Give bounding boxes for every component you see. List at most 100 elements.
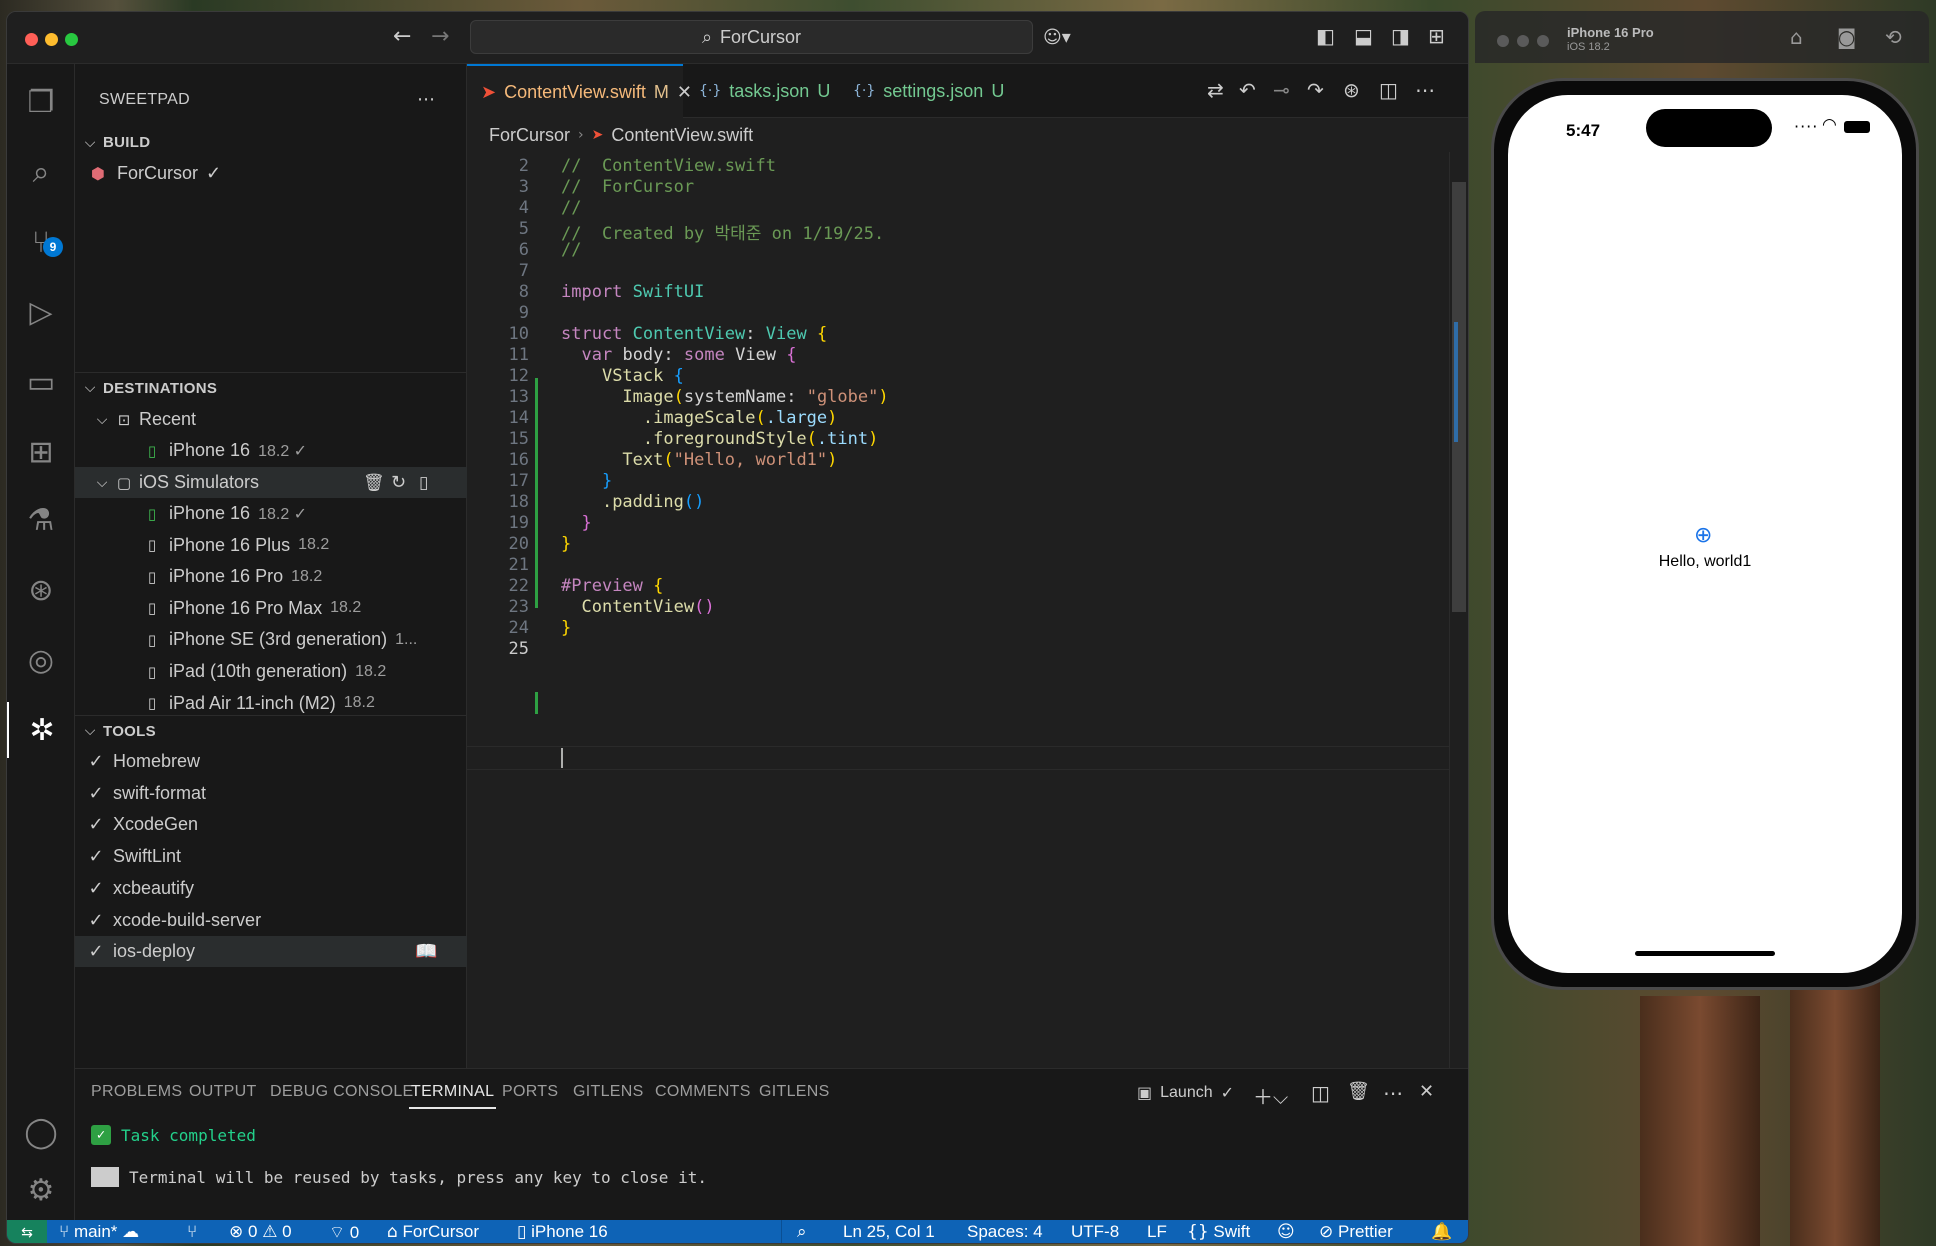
zoom-icon[interactable]: ⌕ <box>797 1222 807 1242</box>
simulator-item[interactable]: ▯ iPhone 16 Pro Max 18.2 <box>75 593 467 624</box>
copilot-icon[interactable]: ☺ <box>1277 1222 1295 1242</box>
command-center-search[interactable]: ⌕ ForCursor <box>470 20 1033 54</box>
tool-item[interactable]: ✓ xcbeautify <box>75 873 467 904</box>
panel-tab-gitlens[interactable]: GITLENS <box>573 1083 644 1101</box>
open-changes-icon[interactable]: ⇄ <box>1207 78 1224 102</box>
remote-indicator[interactable]: ⇆ <box>7 1220 47 1243</box>
tab-settings-json[interactable]: {·} settings.json U <box>839 64 1009 118</box>
tab-contentview-swift[interactable]: ➤ ContentView.swift M ✕ <box>467 64 692 118</box>
split-terminal-icon[interactable]: ◫ <box>1311 1081 1330 1105</box>
zoom-window-button[interactable] <box>1537 35 1549 47</box>
destination-indicator[interactable]: ▯ iPhone 16 <box>517 1222 608 1242</box>
simulator-item[interactable]: ▯ iPad (10th generation) 18.2 <box>75 656 467 687</box>
toggle-panel-icon[interactable]: ⬓ <box>1354 24 1373 48</box>
accounts-icon[interactable]: ◯ <box>7 1104 75 1160</box>
indentation[interactable]: Spaces: 4 <box>967 1222 1043 1242</box>
extensions-icon[interactable]: ⊞ <box>7 424 75 480</box>
toggle-secondary-sidebar-icon[interactable]: ◨ <box>1391 24 1410 48</box>
refresh-icon[interactable]: ↻ <box>391 472 406 493</box>
tool-item[interactable]: ✓ XcodeGen <box>75 809 467 840</box>
panel-tab-output[interactable]: OUTPUT <box>189 1083 257 1101</box>
ports-indicator[interactable]: ⌔ 0 <box>329 1222 359 1243</box>
simulator-item[interactable]: ▯ iPhone 16 Plus 18.2 <box>75 530 467 561</box>
breadcrumb-folder[interactable]: ForCursor <box>489 125 570 146</box>
recent-item-iphone-16[interactable]: ▯ iPhone 16 18.2 ✓ <box>75 435 467 466</box>
panel-tab-problems[interactable]: PROBLEMS <box>91 1083 182 1101</box>
run-debug-icon[interactable]: ▷ <box>7 284 75 340</box>
simulator-item[interactable]: ▯ iPad Air 11-inch (M2) 18.2 <box>75 688 467 714</box>
close-panel-icon[interactable]: ✕ <box>1419 1081 1434 1102</box>
breadcrumb-file[interactable]: ContentView.swift <box>611 125 753 146</box>
destinations-section-header[interactable]: ⌵ DESTINATIONS <box>75 372 467 403</box>
panel-tab-ports[interactable]: PORTS <box>502 1083 558 1101</box>
recent-group[interactable]: ⌵ ⊡ Recent <box>75 404 467 435</box>
build-item-forcursor[interactable]: ⬢ ForCursor ✓ <box>75 158 467 189</box>
tab-tasks-json[interactable]: {·} tasks.json U <box>685 64 835 118</box>
new-terminal-icon[interactable]: ＋⌵ <box>1253 1081 1288 1110</box>
simulator-item[interactable]: ▯ iPhone 16 Pro 18.2 <box>75 561 467 592</box>
source-control-icon[interactable]: ⑂ <box>7 214 75 270</box>
split-editor-icon[interactable]: ◫ <box>1379 78 1398 102</box>
copilot-icon[interactable]: ☺▾ <box>1043 27 1071 48</box>
testing-icon[interactable]: ⚗ <box>7 492 75 548</box>
tool-item[interactable]: ✓ ios-deploy 📖 <box>75 936 467 968</box>
close-window-button[interactable] <box>25 33 38 46</box>
open-simulator-icon[interactable]: ▯ <box>419 473 428 493</box>
home-indicator[interactable] <box>1635 951 1775 956</box>
arrow-right-icon[interactable]: → <box>431 24 449 49</box>
screenshot-icon[interactable]: ◙ <box>1837 25 1856 49</box>
simulator-item[interactable]: ▯ iPhone SE (3rd generation) 1... <box>75 624 467 655</box>
documentation-icon[interactable]: 📖 <box>415 941 437 962</box>
sweetpad-icon[interactable]: ✲ <box>7 702 75 758</box>
remote-explorer-icon[interactable]: ▭ <box>7 354 75 410</box>
gitlens-status-icon[interactable]: ⑂ <box>187 1222 197 1242</box>
trash-icon[interactable]: 🗑 <box>1347 1081 1370 1102</box>
explorer-icon[interactable]: ❐ <box>7 74 75 130</box>
trash-icon[interactable]: 🗑 <box>363 473 385 493</box>
problems-indicator[interactable]: ⊗ 0 ⚠ 0 <box>229 1222 292 1242</box>
close-window-button[interactable] <box>1497 35 1509 47</box>
scheme-indicator[interactable]: ⌂ ForCursor <box>387 1222 479 1242</box>
panel-tab-debug-console[interactable]: DEBUG CONSOLE <box>270 1083 414 1101</box>
gitlens-file-icon[interactable]: ⊛ <box>1343 78 1360 102</box>
previous-change-icon[interactable]: ↶ <box>1239 78 1256 102</box>
tool-item[interactable]: ✓ SwiftLint <box>75 841 467 872</box>
build-section-header[interactable]: ⌵ BUILD <box>75 127 467 158</box>
toggle-primary-sidebar-icon[interactable]: ◧ <box>1316 24 1335 48</box>
terminal-launch-selector[interactable]: ▣ Launch ✓ <box>1137 1083 1234 1102</box>
gitlens-icon[interactable]: ⊛ <box>7 562 75 618</box>
arrow-left-icon[interactable]: ← <box>393 24 411 49</box>
simulator-item[interactable]: ▯ iPhone 16 18.2 ✓ <box>75 498 467 529</box>
gear-icon[interactable]: ⚙ <box>7 1162 75 1218</box>
panel-tab-gitlens[interactable]: GITLENS <box>759 1083 830 1101</box>
language-mode[interactable]: {} Swift <box>1187 1222 1250 1242</box>
ios-simulators-group[interactable]: ⌵ ▢ iOS Simulators 🗑 ↻ ▯ <box>75 467 467 498</box>
next-change-icon[interactable]: ↷ <box>1307 78 1324 102</box>
home-icon[interactable]: ⌂ <box>1790 25 1803 49</box>
branch-indicator[interactable]: ⑂ main* ☁ <box>59 1222 139 1242</box>
bell-icon[interactable]: 🔔 <box>1431 1222 1452 1242</box>
minimize-window-button[interactable] <box>45 33 58 46</box>
zoom-window-button[interactable] <box>65 33 78 46</box>
end-of-line[interactable]: LF <box>1147 1222 1167 1242</box>
panel-tab-comments[interactable]: COMMENTS <box>655 1083 751 1101</box>
more-actions-icon[interactable]: ⋯ <box>417 89 435 110</box>
scrollbar-track[interactable] <box>1449 152 1468 1068</box>
gitlens-inspect-icon[interactable]: ◎ <box>7 632 75 688</box>
cursor-position[interactable]: Ln 25, Col 1 <box>843 1222 935 1242</box>
rotate-icon[interactable]: ⟲ <box>1885 25 1902 49</box>
more-actions-icon[interactable]: ⋯ <box>1383 1081 1403 1105</box>
search-icon[interactable]: ⌕ <box>7 144 75 200</box>
prettier-indicator[interactable]: ⊘ Prettier <box>1319 1222 1393 1242</box>
tools-section-header[interactable]: ⌵ TOOLS <box>75 715 467 746</box>
tool-item[interactable]: ✓ xcode-build-server <box>75 905 467 936</box>
more-actions-icon[interactable]: ⋯ <box>1415 78 1435 102</box>
customize-layout-icon[interactable]: ⊞ <box>1428 24 1445 48</box>
commit-graph-icon[interactable]: ⊸ <box>1273 78 1290 102</box>
encoding[interactable]: UTF-8 <box>1071 1222 1119 1242</box>
tool-item[interactable]: ✓ Homebrew <box>75 746 467 777</box>
panel-tab-terminal[interactable]: TERMINAL <box>409 1083 497 1109</box>
minimize-window-button[interactable] <box>1517 35 1529 47</box>
tool-item[interactable]: ✓ swift-format <box>75 778 467 809</box>
code-editor[interactable]: 2 3 4 5 6 7 8 9 10 11 12 13 14 15 16 17 18 19 20 21 22 23 24 25… <box>467 152 1468 1068</box>
